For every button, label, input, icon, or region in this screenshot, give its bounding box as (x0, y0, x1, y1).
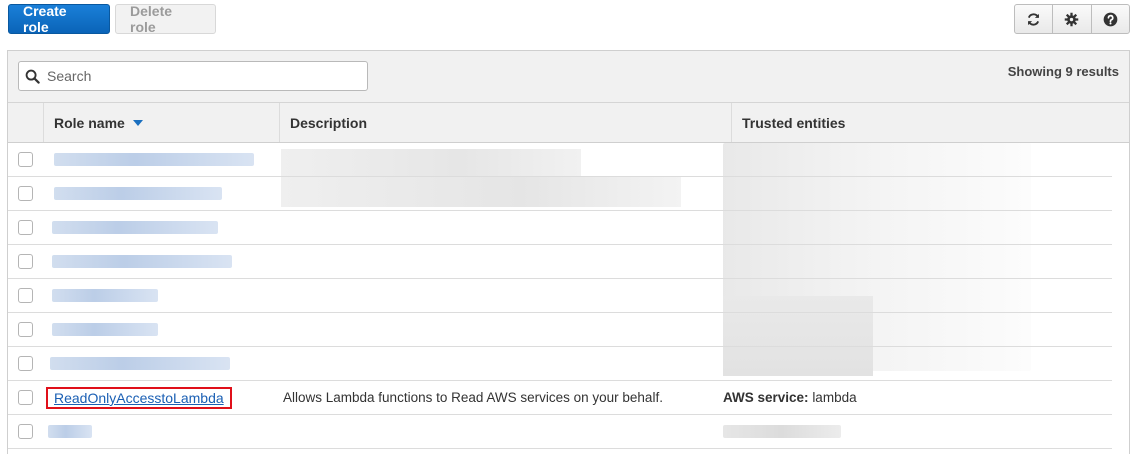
column-header-trusted-entities[interactable]: Trusted entities (731, 103, 1129, 142)
search-bar: Showing 9 results (8, 51, 1129, 103)
table-row (8, 245, 1129, 279)
table-body: ReadOnlyAccesstoLambda Allows Lambda fun… (8, 143, 1129, 449)
redacted-role-name[interactable] (48, 425, 92, 438)
table-row (8, 177, 1129, 211)
help-button[interactable] (1092, 5, 1129, 33)
column-header-label: Role name (54, 114, 125, 131)
redacted-role-name[interactable] (52, 323, 158, 336)
toolbar: Create role Delete role (0, 0, 1136, 40)
row-checkbox[interactable] (18, 186, 33, 201)
sort-descending-icon[interactable] (132, 119, 143, 126)
table-row (8, 347, 1129, 381)
redacted-role-name[interactable] (54, 187, 222, 200)
trusted-entity-label: AWS service: (723, 390, 809, 405)
table-row (8, 211, 1129, 245)
table-row (8, 313, 1129, 347)
redacted-role-name[interactable] (52, 221, 218, 234)
column-header-role-name[interactable]: Role name (43, 103, 279, 142)
table-row (8, 279, 1129, 313)
role-description: Allows Lambda functions to Read AWS serv… (283, 390, 663, 405)
table-row-highlighted: ReadOnlyAccesstoLambda Allows Lambda fun… (8, 381, 1129, 415)
row-checkbox[interactable] (18, 220, 33, 235)
search-input[interactable] (45, 67, 345, 85)
toolbar-icon-group (1014, 4, 1130, 34)
row-checkbox[interactable] (18, 322, 33, 337)
row-checkbox[interactable] (18, 390, 33, 405)
column-header-label: Description (290, 114, 368, 131)
delete-role-button[interactable]: Delete role (115, 3, 216, 35)
redacted-role-name[interactable] (52, 289, 158, 302)
results-count: Showing 9 results (1007, 64, 1119, 79)
row-checkbox[interactable] (18, 288, 33, 303)
redacted-role-name[interactable] (54, 153, 254, 166)
settings-button[interactable] (1053, 5, 1092, 33)
redacted-role-name[interactable] (50, 357, 230, 370)
refresh-button[interactable] (1015, 5, 1054, 33)
row-checkbox[interactable] (18, 424, 33, 439)
table-row (8, 143, 1129, 177)
column-header-description[interactable]: Description (279, 103, 731, 142)
roles-table-panel: Showing 9 results Role name Description … (7, 50, 1130, 454)
search-icon (25, 69, 40, 84)
table-header: Role name Description Trusted entities (8, 103, 1129, 143)
trusted-entity: AWS service: lambda (723, 390, 857, 405)
redacted-trusted-entities (723, 425, 841, 438)
select-column-header (8, 103, 43, 142)
help-icon (1103, 12, 1118, 26)
trusted-entity-value: lambda (812, 390, 857, 405)
row-checkbox[interactable] (18, 152, 33, 167)
refresh-icon (1028, 12, 1040, 26)
create-role-button[interactable]: Create role (8, 3, 110, 35)
gear-icon (1065, 12, 1079, 26)
role-name-link[interactable]: ReadOnlyAccesstoLambda (46, 387, 232, 409)
redacted-role-name[interactable] (52, 255, 232, 268)
row-checkbox[interactable] (18, 356, 33, 371)
column-header-label: Trusted entities (742, 114, 846, 131)
search-box[interactable] (18, 61, 368, 91)
table-row (8, 415, 1129, 449)
row-checkbox[interactable] (18, 254, 33, 269)
